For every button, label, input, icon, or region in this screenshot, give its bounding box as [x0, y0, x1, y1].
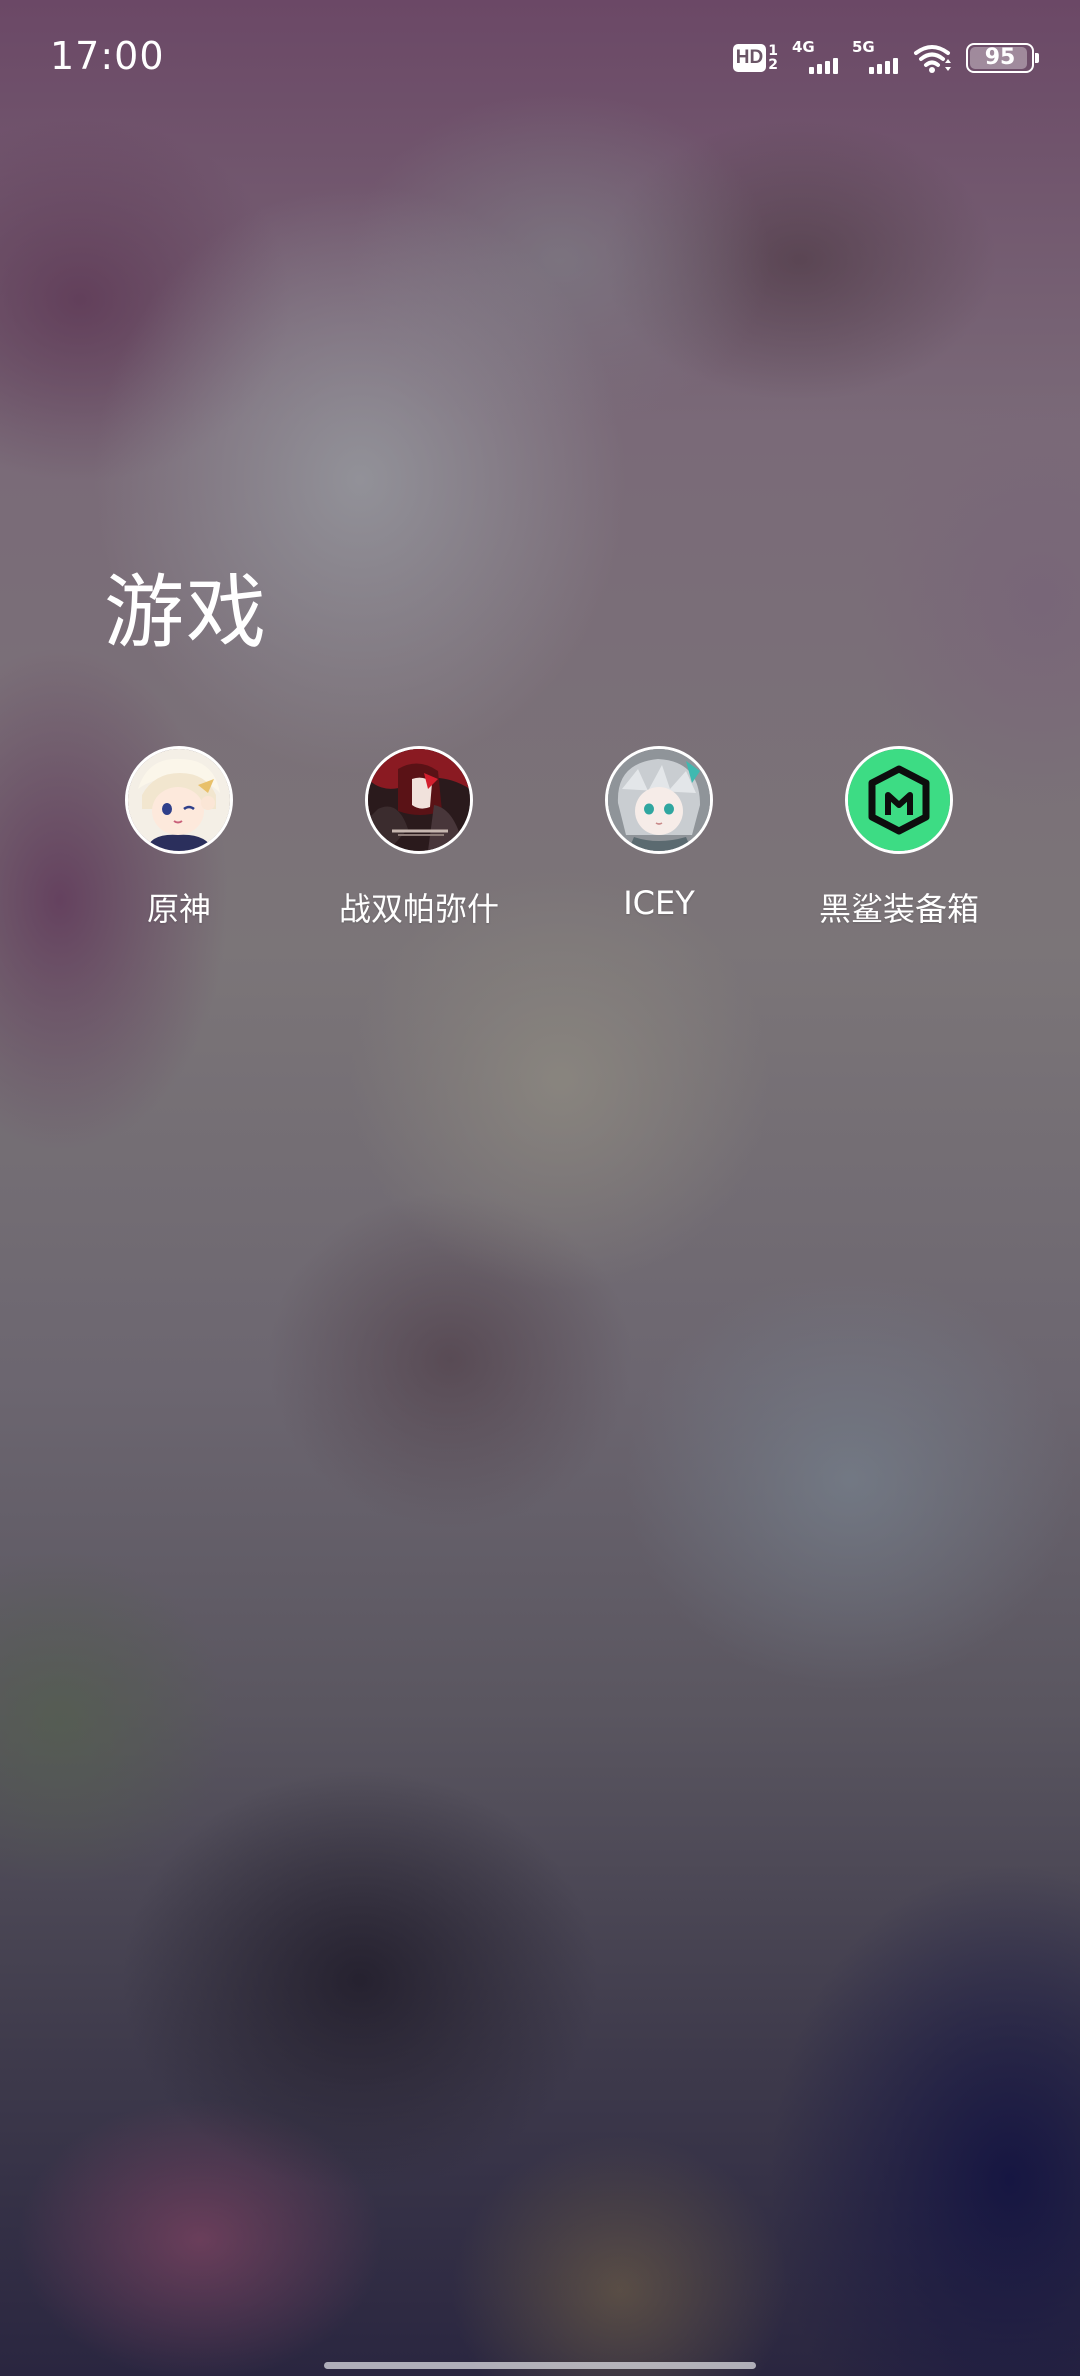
status-time: 17:00 [50, 34, 165, 78]
app-label-icey: ICEY [623, 884, 695, 922]
black-shark-gamebox-icon[interactable] [845, 746, 953, 854]
hd-sub-top: 1 [768, 43, 778, 59]
signal-4g-bars [809, 58, 838, 74]
hd-label: HD [732, 44, 767, 72]
home-indicator[interactable] [324, 2362, 756, 2369]
app-label-black-shark-gamebox: 黑鲨装备箱 [818, 890, 979, 928]
app-black-shark-gamebox[interactable]: 黑鲨装备箱 [779, 746, 1019, 930]
punishing-gray-raven-icon[interactable] [365, 746, 473, 854]
app-label-punishing-gray-raven: 战双帕弥什 [338, 890, 499, 928]
status-icons: HD 1 2 4G 5G 95 [732, 38, 1039, 78]
hd-sim-indicator: 1 2 [768, 44, 778, 72]
genshin-impact-icon[interactable] [125, 746, 233, 854]
signal-5g-label: 5G [852, 38, 875, 56]
app-genshin-impact[interactable]: 原神 [59, 746, 299, 930]
signal-4g-icon: 4G [792, 40, 838, 76]
hd-voice-icon: HD 1 2 [732, 44, 778, 72]
app-punishing-gray-raven[interactable]: 战双帕弥什 [299, 746, 539, 930]
wifi-icon [914, 45, 951, 73]
hd-sub-bottom: 2 [768, 57, 778, 73]
signal-5g-icon: 5G [852, 40, 898, 76]
battery-level: 95 [984, 45, 1016, 70]
app-icey[interactable]: ICEY [539, 746, 779, 922]
home-screen: 17:00 HD 1 2 4G 5G 95 游戏 原神 战双帕弥什 ICEY 黑… [0, 0, 1080, 2376]
icey-icon[interactable] [605, 746, 713, 854]
status-bar: 17:00 HD 1 2 4G 5G 95 [0, 0, 1080, 110]
battery-icon: 95 [966, 43, 1039, 73]
folder-app-grid: 原神 战双帕弥什 ICEY 黑鲨装备箱 [0, 746, 1080, 946]
signal-5g-bars [869, 58, 898, 74]
battery-cap [1035, 53, 1039, 63]
folder-title[interactable]: 游戏 [104, 548, 268, 664]
signal-4g-label: 4G [792, 38, 815, 56]
app-label-genshin-impact: 原神 [146, 890, 211, 928]
